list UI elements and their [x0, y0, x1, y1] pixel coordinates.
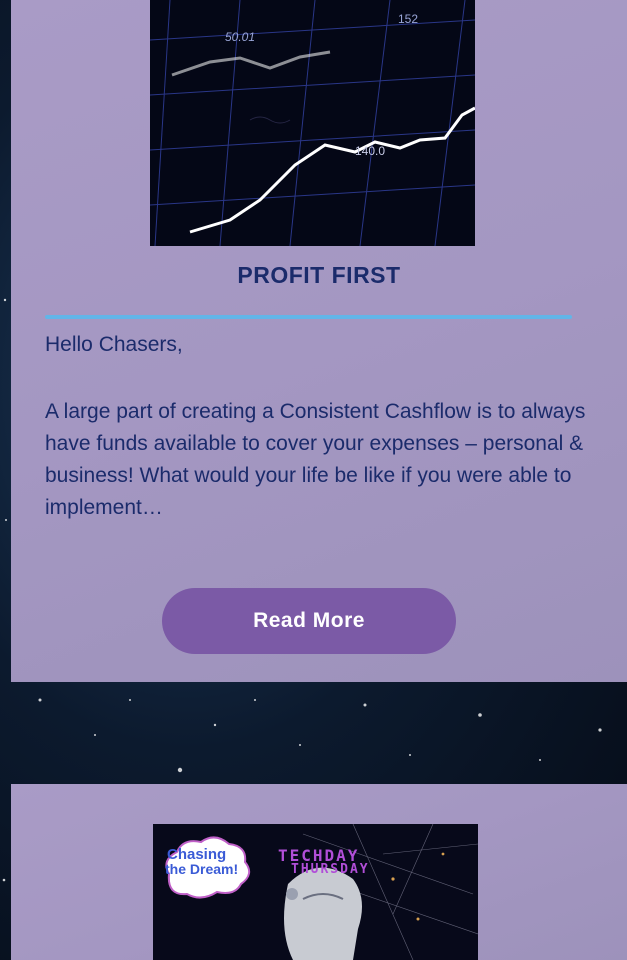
post-greeting: Hello Chasers, — [45, 333, 183, 356]
post-thumbnail-stock-chart[interactable]: 50.01 152 140.0 — [150, 0, 475, 246]
stock-chart-image — [150, 0, 475, 246]
logo-line-1: Chasing — [167, 846, 227, 863]
chart-label-right: 152 — [398, 12, 419, 26]
banner-line-2: THURSDAY — [291, 862, 370, 877]
blog-post-card: Chasing the Dream! TECHDAY THURSDAY — [11, 784, 627, 960]
logo-line-2: the Dream! — [165, 861, 239, 877]
chart-label-left: 50.01 — [225, 30, 256, 44]
title-divider — [45, 315, 572, 319]
read-more-button[interactable]: Read More — [162, 588, 456, 654]
blog-post-card: 50.01 152 140.0 PROFIT FIRST Hello Chase… — [11, 0, 627, 682]
post-thumbnail-techday-thursday[interactable]: Chasing the Dream! TECHDAY THURSDAY — [153, 824, 478, 960]
chart-label-mid: 140.0 — [355, 144, 386, 158]
post-excerpt: A large part of creating a Consistent Ca… — [45, 400, 586, 519]
post-title[interactable]: PROFIT FIRST — [11, 262, 627, 289]
